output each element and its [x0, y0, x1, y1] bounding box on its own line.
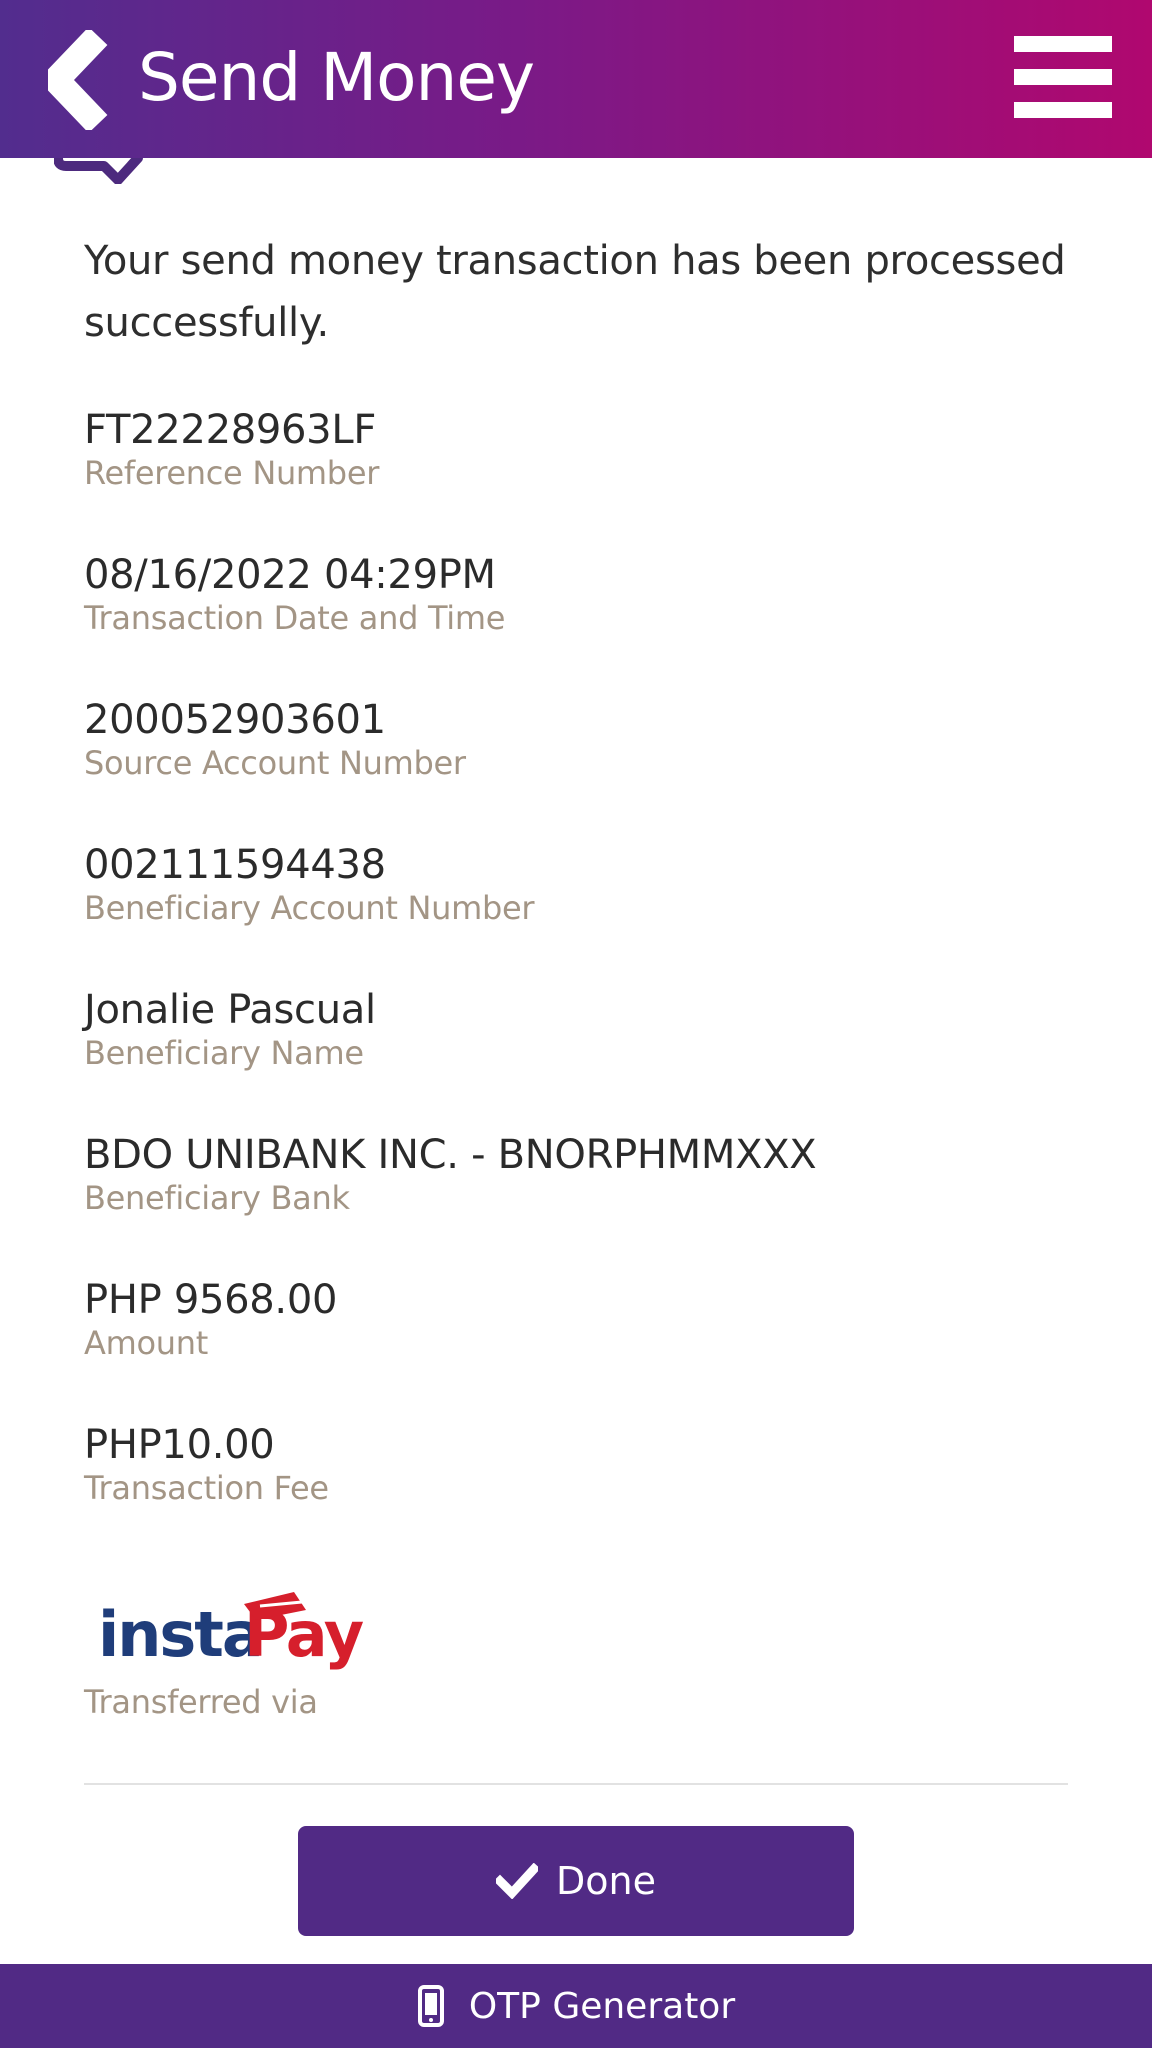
field-beneficiary-bank: BDO UNIBANK INC. - BNORPHMMXXX Beneficia…	[84, 1131, 817, 1217]
field-source-account: 200052903601 Source Account Number	[84, 696, 466, 782]
field-value: 200052903601	[84, 697, 386, 743]
menu-button[interactable]	[1014, 36, 1112, 118]
mobile-phone-icon	[417, 1985, 444, 2027]
field-value: FT22228963LF	[84, 407, 377, 453]
instapay-logo: insta Pay	[98, 1592, 366, 1671]
otp-generator-bar[interactable]: OTP Generator	[0, 1964, 1152, 2048]
page-title: Send Money	[138, 39, 535, 116]
field-value: 002111594438	[84, 842, 386, 888]
field-beneficiary-account: 002111594438 Beneficiary Account Number	[84, 841, 535, 927]
field-value: BDO UNIBANK INC. - BNORPHMMXXX	[84, 1132, 817, 1178]
success-message: Your send money transaction has been pro…	[84, 238, 1066, 346]
otp-generator-label: OTP Generator	[468, 1985, 736, 2027]
hamburger-menu-icon	[1014, 36, 1112, 52]
field-label: Transaction Date and Time	[84, 599, 506, 637]
divider	[84, 1783, 1068, 1785]
field-beneficiary-name: Jonalie Pascual Beneficiary Name	[84, 986, 376, 1072]
chevron-left-icon	[48, 30, 108, 130]
field-label: Reference Number	[84, 454, 380, 492]
back-button[interactable]	[48, 30, 128, 130]
field-label: Amount	[84, 1324, 208, 1362]
field-label: Beneficiary Account Number	[84, 889, 535, 927]
field-value: 08/16/2022 04:29PM	[84, 552, 496, 598]
field-reference-number: FT22228963LF Reference Number	[84, 406, 379, 492]
field-label: Beneficiary Bank	[84, 1179, 350, 1217]
field-value: Jonalie Pascual	[84, 987, 376, 1033]
field-value: PHP10.00	[84, 1422, 275, 1468]
app-header: Send Money	[0, 0, 1152, 158]
done-button-label: Done	[556, 1859, 656, 1903]
checkmark-icon	[496, 1863, 538, 1899]
field-transaction-date: 08/16/2022 04:29PM Transaction Date and …	[84, 551, 505, 637]
field-label: Source Account Number	[84, 744, 466, 782]
field-amount: PHP 9568.00 Amount	[84, 1276, 337, 1362]
transferred-via-label: Transferred via	[84, 1683, 318, 1721]
field-label: Beneficiary Name	[84, 1034, 364, 1072]
field-value: PHP 9568.00	[84, 1277, 338, 1323]
done-button[interactable]: Done	[298, 1826, 854, 1936]
svg-text:insta: insta	[98, 1598, 262, 1671]
field-label: Transaction Fee	[84, 1469, 329, 1507]
field-transaction-fee: PHP10.00 Transaction Fee	[84, 1421, 329, 1507]
